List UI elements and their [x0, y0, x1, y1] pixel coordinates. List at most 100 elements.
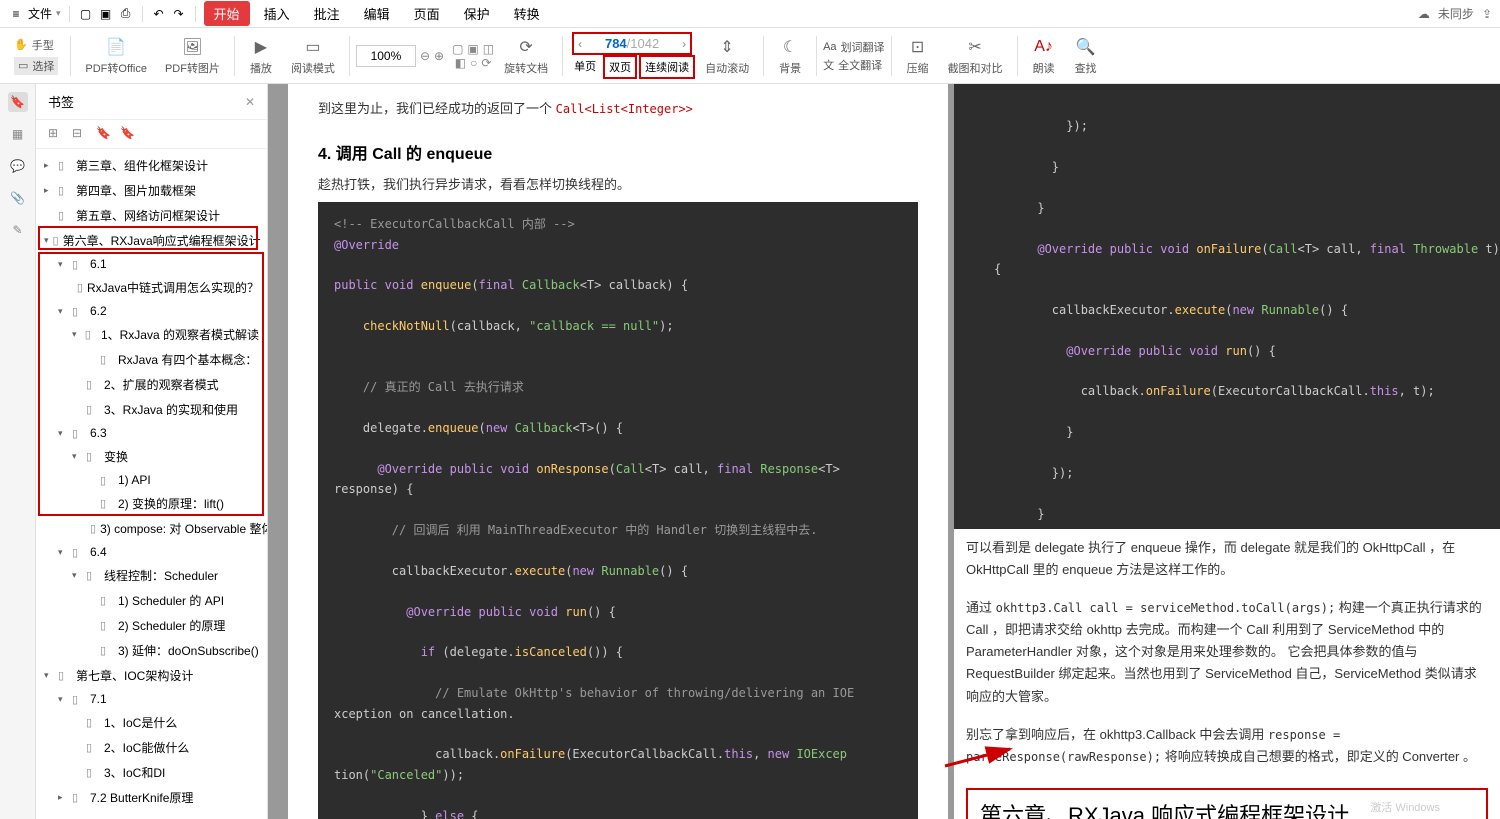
stamp-rail-icon[interactable]: ✎: [8, 220, 28, 240]
print-icon[interactable]: ⎙: [118, 6, 134, 22]
page-current[interactable]: 784: [605, 36, 627, 51]
tree-item[interactable]: ▾▯6.4: [36, 541, 267, 563]
share-icon[interactable]: ⇪: [1482, 7, 1492, 21]
explain-para-1: 可以看到是 delegate 执行了 enqueue 操作，而 delegate…: [954, 529, 1500, 589]
tree-item[interactable]: ▯RxJava 有四个基本概念：: [36, 347, 267, 372]
tree-item[interactable]: ▾▯第七章、IOC架构设计: [36, 663, 267, 688]
tree-item[interactable]: ▾▯6.3: [36, 422, 267, 444]
tree-item[interactable]: ▯1) API: [36, 469, 267, 491]
actual-size-icon[interactable]: ◫: [483, 42, 494, 56]
tree-item[interactable]: ▾▯变换: [36, 444, 267, 469]
rotate-doc[interactable]: ⟳旋转文档: [496, 34, 556, 78]
tab-annotate[interactable]: 批注: [304, 1, 350, 26]
zoom-out-icon[interactable]: ⊖: [420, 49, 430, 63]
attach-rail-icon[interactable]: 📎: [8, 188, 28, 208]
tab-start[interactable]: 开始: [204, 1, 250, 26]
thumbnail-rail-icon[interactable]: ▦: [8, 124, 28, 144]
expand-all-icon[interactable]: ⊞: [48, 126, 64, 142]
continuous-view[interactable]: 连续阅读: [639, 55, 695, 79]
tab-page[interactable]: 页面: [404, 1, 450, 26]
tree-item[interactable]: ▯RxJava中链式调用怎么实现的？: [36, 275, 267, 300]
hand-tool[interactable]: ✋手型: [14, 37, 58, 53]
collapse-all-icon[interactable]: ⊟: [72, 126, 88, 142]
background-tool[interactable]: ☾背景: [770, 34, 810, 78]
intro-text: 到这里为止，我们已经成功的返回了一个 Call<List<Integer>>: [318, 98, 918, 120]
tree-item[interactable]: ▾▯线程控制：Scheduler: [36, 563, 267, 588]
view-icon-3[interactable]: ⟳: [481, 56, 491, 70]
bookmark-tree: ▸▯第三章、组件化框架设计▸▯第四章、图片加载框架▯第五章、网络访问框架设计▾▯…: [36, 149, 267, 819]
tree-item[interactable]: ▸▯7.2 ButterKnife原理: [36, 785, 267, 810]
bookmark-icon[interactable]: 🔖: [96, 126, 112, 142]
find-tool[interactable]: 🔍查找: [1066, 34, 1106, 78]
view-icon-1[interactable]: ◧: [455, 56, 466, 70]
single-page-view[interactable]: 单页: [569, 55, 601, 79]
page-nav-box: ‹ 784/1042 ›: [572, 32, 692, 55]
explain-para-2: 通过 okhttp3.Call call = serviceMethod.toC…: [954, 589, 1500, 715]
view-icon-2[interactable]: ○: [470, 56, 477, 70]
bookmark-sidebar: 书签 ✕ ⊞ ⊟ 🔖 🔖 ▸▯第三章、组件化框架设计▸▯第四章、图片加载框架▯第…: [36, 84, 268, 819]
full-translate[interactable]: 文全文翻译: [823, 57, 884, 73]
tree-item[interactable]: ▸▯第三章、组件化框架设计: [36, 153, 267, 178]
zoom-in-icon[interactable]: ⊕: [434, 49, 444, 63]
page-left: 到这里为止，我们已经成功的返回了一个 Call<List<Integer>> 4…: [288, 84, 948, 819]
explain-para-3: 别忘了拿到响应后，在 okhttp3.Callback 中会去调用 respon…: [954, 716, 1500, 776]
file-menu[interactable]: 文件: [28, 5, 52, 22]
tree-item[interactable]: ▯2、IoC能做什么: [36, 735, 267, 760]
section-heading: 4. 调用 Call 的 enqueue: [318, 140, 918, 164]
tab-convert[interactable]: 转换: [504, 1, 550, 26]
left-rail: 🔖 ▦ 💬 📎 ✎: [0, 84, 36, 819]
dropdown-icon[interactable]: ▾: [56, 8, 61, 19]
bookmark-add-icon[interactable]: 🔖: [120, 126, 136, 142]
page-right: }); } } @Override public void onFailure(…: [954, 84, 1500, 819]
tree-item[interactable]: ▯2、扩展的观察者模式: [36, 372, 267, 397]
tab-protect[interactable]: 保护: [454, 1, 500, 26]
save-icon[interactable]: ▣: [98, 6, 114, 22]
tab-insert[interactable]: 插入: [254, 1, 300, 26]
zoom-input[interactable]: [356, 45, 416, 67]
select-tool[interactable]: ▭选择: [14, 57, 58, 75]
tree-item[interactable]: ▯第五章、网络访问框架设计: [36, 203, 267, 228]
tree-item[interactable]: ▯2) 变换的原理：lift(): [36, 491, 267, 516]
subtext: 趁热打铁，我们执行异步请求，看看怎样切换线程的。: [318, 174, 918, 196]
read-mode[interactable]: ▭阅读模式: [283, 34, 343, 78]
tree-item[interactable]: ▾▯1、RxJava 的观察者模式解读: [36, 322, 267, 347]
watermark: 激活 Windows: [1370, 799, 1440, 815]
tree-item[interactable]: ▯3) compose: 对 Observable 整体的变换: [36, 516, 267, 541]
tree-item[interactable]: ▯2) Scheduler 的原理: [36, 613, 267, 638]
redo-icon[interactable]: ↷: [171, 6, 187, 22]
tree-item[interactable]: ▾▯6.2: [36, 300, 267, 322]
read-aloud[interactable]: A♪朗读: [1024, 34, 1064, 78]
tree-item[interactable]: ▾▯7.1: [36, 688, 267, 710]
hamburger-icon[interactable]: ≡: [8, 6, 24, 22]
pdf-to-office[interactable]: 📄PDF转Office: [77, 34, 155, 78]
tab-edit[interactable]: 编辑: [354, 1, 400, 26]
ribbon-toolbar: ✋手型 ▭选择 📄PDF转Office 🖼PDF转图片 ▶播放 ▭阅读模式 ⊖ …: [0, 28, 1500, 84]
code-block-right: }); } } @Override public void onFailure(…: [954, 84, 1500, 529]
tree-item[interactable]: ▯1) Scheduler 的 API: [36, 588, 267, 613]
auto-scroll[interactable]: ⇕自动滚动: [697, 34, 757, 78]
tree-item[interactable]: ▯1、IoC是什么: [36, 710, 267, 735]
tree-item[interactable]: ▯3、RxJava 的实现和使用: [36, 397, 267, 422]
comment-rail-icon[interactable]: 💬: [8, 156, 28, 176]
compress-tool[interactable]: ⊡压缩: [898, 34, 938, 78]
page-total: /1042: [627, 36, 660, 51]
undo-icon[interactable]: ↶: [151, 6, 167, 22]
pdf-to-image[interactable]: 🖼PDF转图片: [157, 34, 228, 78]
bookmark-rail-icon[interactable]: 🔖: [8, 92, 28, 112]
crop-tool[interactable]: ✂截图和对比: [940, 34, 1011, 78]
tree-item[interactable]: ▾▯第六章、RXJava响应式编程框架设计: [36, 228, 267, 253]
document-viewport[interactable]: 到这里为止，我们已经成功的返回了一个 Call<List<Integer>> 4…: [268, 84, 1500, 819]
tree-item[interactable]: ▸▯第四章、图片加载框架: [36, 178, 267, 203]
close-icon[interactable]: ✕: [245, 95, 255, 109]
next-page-icon[interactable]: ›: [682, 37, 686, 51]
cloud-icon[interactable]: ☁: [1418, 7, 1430, 21]
play-button[interactable]: ▶播放: [241, 34, 281, 78]
fit-width-icon[interactable]: ▢: [452, 42, 463, 56]
word-translate[interactable]: Aa划词翻译: [823, 39, 884, 55]
double-page-view[interactable]: 双页: [603, 55, 637, 79]
tree-item[interactable]: ▾▯6.1: [36, 253, 267, 275]
tree-item[interactable]: ▯3、IoC和DI: [36, 760, 267, 785]
fit-page-icon[interactable]: ▣: [467, 42, 478, 56]
tree-item[interactable]: ▯3) 延伸：doOnSubscribe(): [36, 638, 267, 663]
folder-icon[interactable]: ▢: [78, 6, 94, 22]
